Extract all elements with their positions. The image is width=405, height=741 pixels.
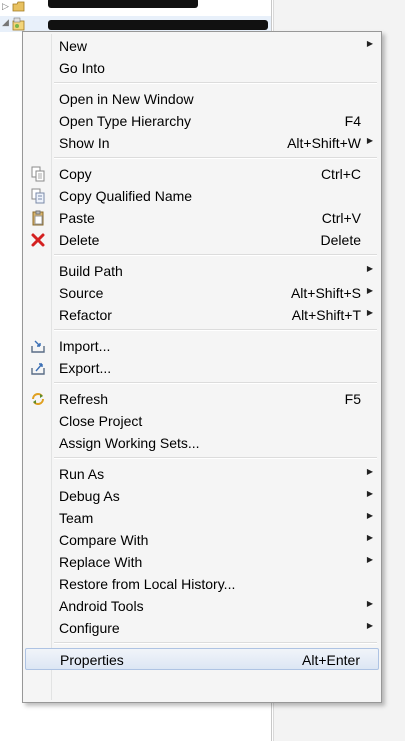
menu-item-label: Team [59, 510, 94, 526]
menu-item-shortcut: Alt+Shift+T [291, 307, 361, 323]
menu-item-label: New [59, 38, 88, 54]
menu-item-refresh[interactable]: Refresh F5 [25, 388, 379, 410]
menu-item-label: Copy Qualified Name [59, 188, 193, 204]
menu-item-label: Export... [59, 360, 112, 376]
menu-item-label: Delete [59, 232, 100, 248]
menu-item-label: Configure [59, 620, 120, 636]
menu-item-properties[interactable]: Properties Alt+Enter [25, 648, 379, 670]
menu-item-label: Restore from Local History... [59, 576, 236, 592]
menu-item-label: Replace With [59, 554, 143, 570]
menu-item-open-type-hierarchy[interactable]: Open Type Hierarchy F4 [25, 110, 379, 132]
submenu-arrow-icon: ▶ [366, 467, 373, 476]
submenu-arrow-icon: ▶ [366, 286, 373, 295]
tree-row[interactable]: ▷ [0, 0, 272, 16]
menu-item-label: Open Type Hierarchy [59, 113, 192, 129]
folder-icon [12, 1, 25, 12]
menu-item-label: Refresh [59, 391, 109, 407]
menu-item-copy-qualified-name[interactable]: Copy Qualified Name [25, 185, 379, 207]
menu-separator [54, 254, 377, 256]
menu-item-shortcut: Ctrl+V [321, 210, 361, 226]
menu-item-shortcut: Alt+Enter [302, 652, 360, 668]
menu-item-label: Paste [59, 210, 95, 226]
menu-item-go-into[interactable]: Go Into [25, 57, 379, 79]
redacted-name [48, 20, 268, 30]
menu-item-shortcut: F5 [344, 391, 361, 407]
menu-item-label: Refactor [59, 307, 112, 323]
menu-item-open-in-new-window[interactable]: Open in New Window [25, 88, 379, 110]
tree-row-selected[interactable]: ◢ [0, 16, 272, 32]
menu-item-label: Compare With [59, 532, 149, 548]
menu-item-android-tools[interactable]: Android Tools ▶ [25, 595, 379, 617]
menu-item-label: Source [59, 285, 104, 301]
redacted-name [48, 0, 198, 8]
menu-item-label: Build Path [59, 263, 123, 279]
menu-separator [54, 457, 377, 459]
submenu-arrow-icon: ▶ [366, 39, 373, 48]
context-menu: New ▶ Go Into Open in New Window Open Type H… [22, 31, 382, 703]
menu-item-assign-working-sets[interactable]: Assign Working Sets... [25, 432, 379, 454]
menu-item-label: Assign Working Sets... [59, 435, 200, 451]
menu-item-paste[interactable]: Paste Ctrl+V [25, 207, 379, 229]
menu-item-debug-as[interactable]: Debug As ▶ [25, 485, 379, 507]
menu-item-label: Open in New Window [59, 91, 194, 107]
copy-icon [31, 166, 45, 182]
paste-icon [32, 210, 44, 226]
import-icon [31, 340, 45, 353]
menu-separator [54, 157, 377, 159]
menu-item-copy[interactable]: Copy Ctrl+C [25, 163, 379, 185]
menu-item-import[interactable]: Import... [25, 335, 379, 357]
menu-item-configure[interactable]: Configure ▶ [25, 617, 379, 639]
menu-item-label: Copy [59, 166, 92, 182]
menu-separator [54, 329, 377, 331]
menu-item-label: Close Project [59, 413, 143, 429]
menu-item-run-as[interactable]: Run As ▶ [25, 463, 379, 485]
menu-item-label: Properties [60, 652, 124, 668]
menu-item-build-path[interactable]: Build Path ▶ [25, 260, 379, 282]
menu-separator [54, 642, 377, 644]
menu-item-shortcut: Ctrl+C [320, 166, 361, 182]
expand-arrow-icon[interactable]: ◢ [2, 17, 9, 28]
menu-item-label: Go Into [59, 60, 105, 76]
export-icon [31, 363, 45, 375]
menu-item-compare-with[interactable]: Compare With ▶ [25, 529, 379, 551]
delete-icon [31, 233, 45, 247]
menu-item-shortcut: F4 [344, 113, 361, 129]
menu-item-label: Import... [59, 338, 111, 354]
menu-separator [54, 82, 377, 84]
submenu-arrow-icon: ▶ [366, 308, 373, 317]
menu-item-team[interactable]: Team ▶ [25, 507, 379, 529]
menu-item-new[interactable]: New ▶ [25, 35, 379, 57]
menu-item-label: Show In [59, 135, 110, 151]
menu-separator [54, 382, 377, 384]
submenu-arrow-icon: ▶ [366, 555, 373, 564]
expand-arrow-icon[interactable]: ▷ [2, 1, 9, 12]
menu-item-label: Debug As [59, 488, 120, 504]
submenu-arrow-icon: ▶ [366, 489, 373, 498]
menu-item-shortcut: Alt+Shift+S [290, 285, 361, 301]
menu-item-label: Android Tools [59, 598, 144, 614]
menu-item-show-in[interactable]: Show In Alt+Shift+W ▶ [25, 132, 379, 154]
menu-item-label: Run As [59, 466, 105, 482]
copy-qualified-name-icon [31, 188, 45, 204]
menu-item-close-project[interactable]: Close Project [25, 410, 379, 432]
submenu-arrow-icon: ▶ [366, 264, 373, 273]
menu-item-shortcut: Alt+Shift+W [287, 135, 361, 151]
submenu-arrow-icon: ▶ [366, 533, 373, 542]
refresh-icon [32, 393, 44, 405]
submenu-arrow-icon: ▶ [366, 136, 373, 145]
menu-item-replace-with[interactable]: Replace With ▶ [25, 551, 379, 573]
submenu-arrow-icon: ▶ [366, 599, 373, 608]
menu-item-export[interactable]: Export... [25, 357, 379, 379]
menu-item-shortcut: Delete [320, 232, 361, 248]
android-project-icon [12, 17, 25, 31]
menu-item-source[interactable]: Source Alt+Shift+S ▶ [25, 282, 379, 304]
menu-item-refactor[interactable]: Refactor Alt+Shift+T ▶ [25, 304, 379, 326]
menu-item-restore-from-local-history[interactable]: Restore from Local History... [25, 573, 379, 595]
menu-item-delete[interactable]: Delete Delete [25, 229, 379, 251]
submenu-arrow-icon: ▶ [366, 511, 373, 520]
submenu-arrow-icon: ▶ [366, 621, 373, 630]
